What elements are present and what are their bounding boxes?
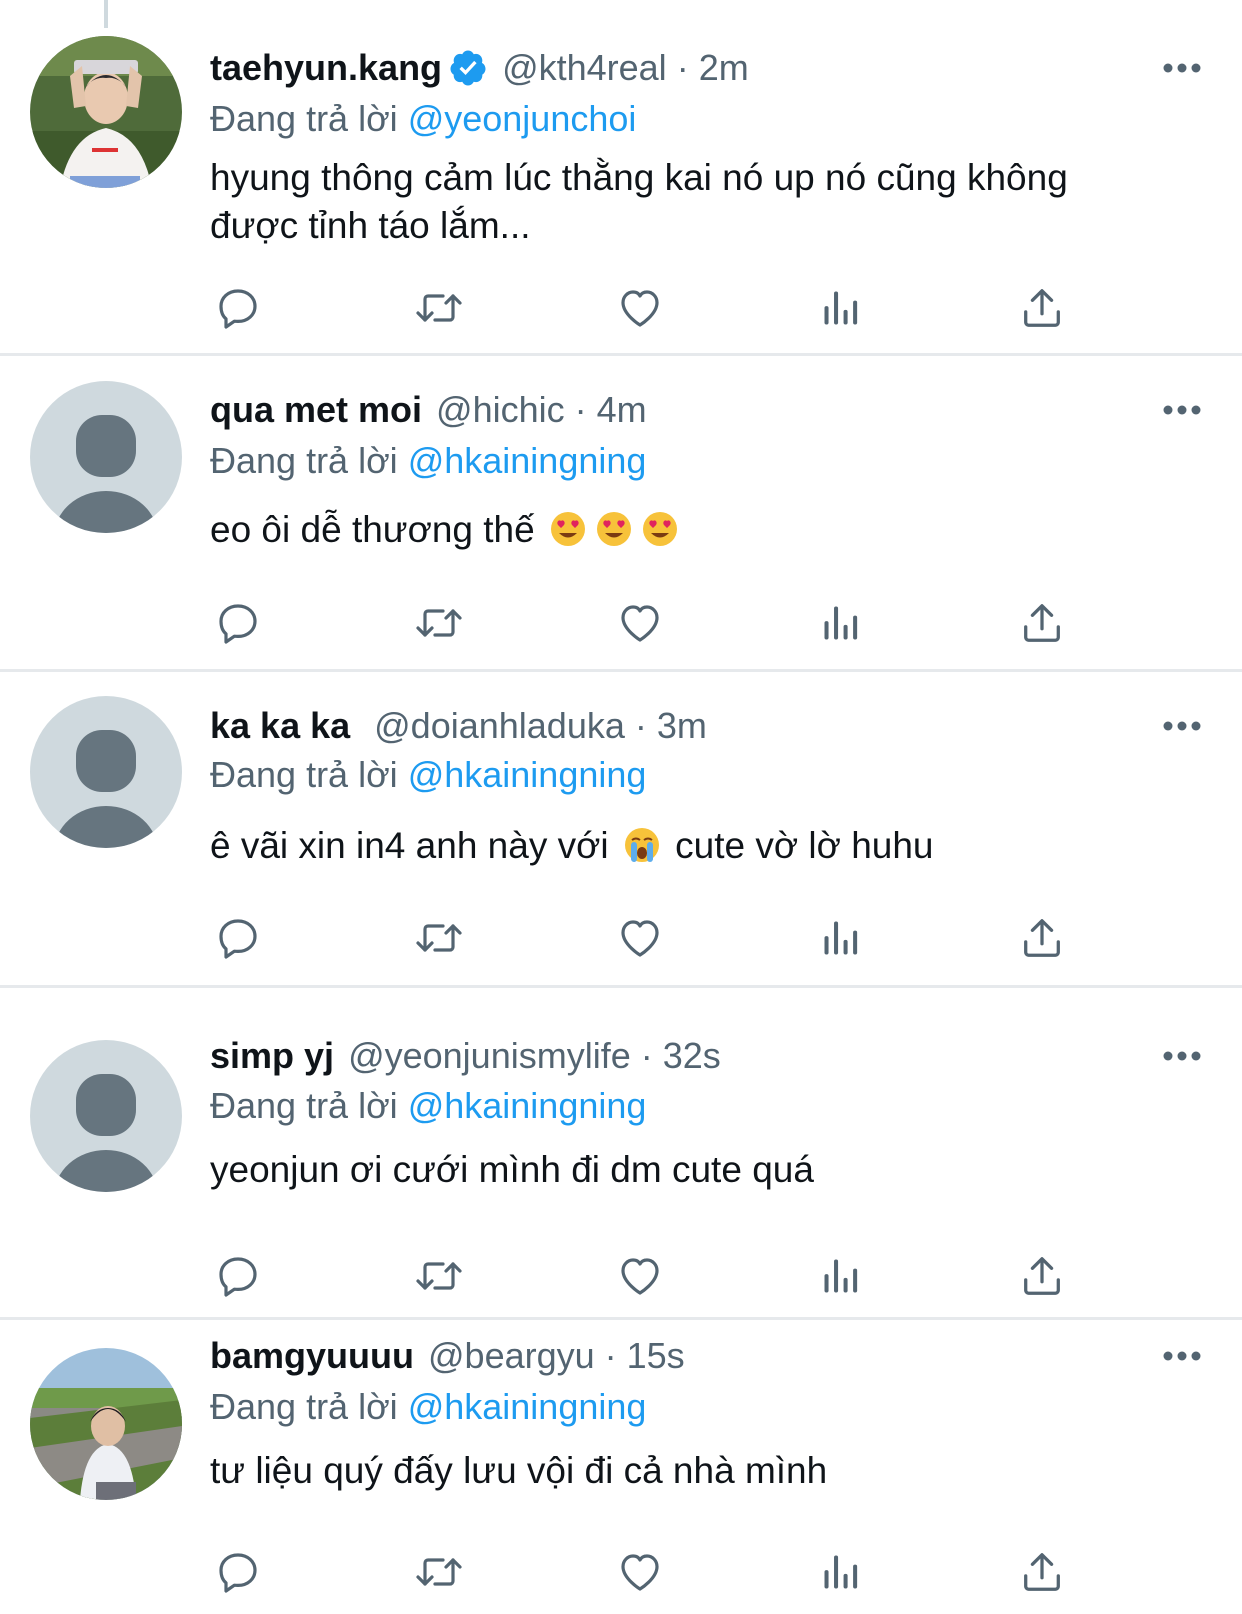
separator-dot: ·	[574, 389, 587, 430]
separator-dot: ·	[634, 705, 647, 746]
reply-mention[interactable]: @hkainingning	[408, 440, 647, 481]
action-bar	[210, 1246, 1070, 1306]
user-handle[interactable]: @kth4real	[502, 44, 667, 92]
timestamp[interactable]: 3m	[657, 702, 707, 750]
tweet-header: bamgyuuuu @beargyu · 15s	[210, 1332, 685, 1380]
analytics-icon[interactable]	[813, 595, 869, 651]
tweet-text: tư liệu quý đấy lưu vội đi cả nhà mình	[210, 1450, 828, 1491]
retweet-icon[interactable]	[411, 280, 467, 336]
share-icon[interactable]	[1014, 1544, 1070, 1600]
timestamp[interactable]: 2m	[699, 44, 749, 92]
display-name[interactable]: bamgyuuuu	[210, 1332, 414, 1380]
reply-icon[interactable]	[210, 595, 266, 651]
analytics-icon[interactable]	[813, 1544, 869, 1600]
action-bar	[210, 908, 1070, 968]
retweet-icon[interactable]	[411, 1544, 467, 1600]
replying-prefix: Đang trả lời	[210, 1386, 398, 1427]
more-icon[interactable]	[1152, 1332, 1212, 1380]
like-icon[interactable]	[612, 1544, 668, 1600]
reply-icon[interactable]	[210, 910, 266, 966]
more-icon[interactable]	[1152, 386, 1212, 434]
share-icon[interactable]	[1014, 1248, 1070, 1304]
tweet-text: hyung thông cảm lúc thằng kai nó up nó c…	[210, 157, 1068, 246]
share-icon[interactable]	[1014, 910, 1070, 966]
reply-icon[interactable]	[210, 280, 266, 336]
action-bar	[210, 593, 1070, 653]
reply-tweet[interactable]: bamgyuuuu @beargyu · 15s Đang trả lời @hk…	[0, 1320, 1242, 1614]
reply-mention[interactable]: @hkainingning	[408, 1085, 647, 1126]
analytics-icon[interactable]	[813, 910, 869, 966]
avatar[interactable]	[30, 1348, 182, 1500]
tweet-text: ê vãi xin in4 anh này với cute vờ lờ huh…	[210, 822, 1172, 870]
heart-eyes-emoji-icon	[595, 510, 633, 548]
user-handle[interactable]: @doianhladuka	[374, 702, 625, 750]
more-icon[interactable]	[1152, 44, 1212, 92]
reply-icon[interactable]	[210, 1248, 266, 1304]
analytics-icon[interactable]	[813, 1248, 869, 1304]
reply-tweet[interactable]: taehyun.kang @kth4real · 2m Đang trả lời…	[0, 0, 1242, 356]
tweet-header: simp yj @yeonjunismylife · 32s	[210, 1032, 721, 1080]
tweet-text-tail: cute vờ lờ huhu	[675, 825, 934, 866]
heart-eyes-emoji-icon	[641, 510, 679, 548]
tweet-header: taehyun.kang @kth4real · 2m	[210, 44, 749, 92]
replying-prefix: Đang trả lời	[210, 440, 398, 481]
user-handle[interactable]: @yeonjunismylife	[348, 1032, 631, 1080]
tweet-header: ka ka ka @doianhladuka · 3m	[210, 702, 707, 750]
user-handle[interactable]: @hichic	[436, 386, 565, 434]
reply-tweet[interactable]: qua met moi @hichic · 4m Đang trả lời @hk…	[0, 356, 1242, 672]
avatar[interactable]	[30, 1040, 182, 1192]
avatar[interactable]	[30, 36, 182, 188]
user-handle[interactable]: @beargyu	[428, 1332, 595, 1380]
retweet-icon[interactable]	[411, 1248, 467, 1304]
tweet-text-main: ê vãi xin in4 anh này với	[210, 825, 609, 866]
tweet-header: qua met moi @hichic · 4m	[210, 386, 647, 434]
action-bar	[210, 278, 1070, 338]
tweet-text: yeonjun ơi cưới mình đi dm cute quá	[210, 1149, 814, 1190]
replying-prefix: Đang trả lời	[210, 98, 398, 139]
reply-mention[interactable]: @hkainingning	[408, 1386, 647, 1427]
verified-icon	[448, 48, 488, 88]
replying-prefix: Đang trả lời	[210, 1085, 398, 1126]
retweet-icon[interactable]	[411, 910, 467, 966]
reply-icon[interactable]	[210, 1544, 266, 1600]
reply-tweet[interactable]: ka ka ka @doianhladuka · 3m Đang trả lời…	[0, 672, 1242, 988]
separator-dot: ·	[640, 1035, 653, 1076]
display-name[interactable]: simp yj	[210, 1032, 334, 1080]
display-name[interactable]: taehyun.kang	[210, 44, 442, 92]
like-icon[interactable]	[612, 595, 668, 651]
separator-dot: ·	[604, 1335, 617, 1376]
reply-mention[interactable]: @yeonjunchoi	[408, 98, 637, 139]
analytics-icon[interactable]	[813, 280, 869, 336]
like-icon[interactable]	[612, 910, 668, 966]
timestamp[interactable]: 4m	[597, 386, 647, 434]
heart-eyes-emoji-icon	[549, 510, 587, 548]
retweet-icon[interactable]	[411, 595, 467, 651]
replying-to: Đang trả lời @hkainingning	[210, 750, 646, 800]
like-icon[interactable]	[612, 1248, 668, 1304]
timestamp[interactable]: 32s	[663, 1032, 721, 1080]
crying-emoji-icon	[623, 826, 661, 864]
reply-tweet[interactable]: simp yj @yeonjunismylife · 32s Đang trả …	[0, 988, 1242, 1320]
more-icon[interactable]	[1152, 1032, 1212, 1080]
share-icon[interactable]	[1014, 595, 1070, 651]
tweet-text: eo ôi dễ thương thế	[210, 506, 1172, 554]
replying-prefix: Đang trả lời	[210, 754, 398, 795]
avatar[interactable]	[30, 381, 182, 533]
reply-mention[interactable]: @hkainingning	[408, 754, 647, 795]
replying-to: Đang trả lời @hkainingning	[210, 436, 646, 486]
replying-to: Đang trả lời @hkainingning	[210, 1081, 646, 1131]
more-icon[interactable]	[1152, 702, 1212, 750]
like-icon[interactable]	[612, 280, 668, 336]
separator-dot: ·	[676, 47, 689, 88]
replying-to: Đang trả lời @hkainingning	[210, 1382, 646, 1432]
timestamp[interactable]: 15s	[627, 1332, 685, 1380]
action-bar	[210, 1542, 1070, 1602]
replying-to: Đang trả lời @yeonjunchoi	[210, 94, 636, 144]
share-icon[interactable]	[1014, 280, 1070, 336]
display-name[interactable]: ka ka ka	[210, 702, 350, 750]
display-name[interactable]: qua met moi	[210, 386, 422, 434]
tweet-text-main: eo ôi dễ thương thế	[210, 509, 535, 550]
avatar[interactable]	[30, 696, 182, 848]
